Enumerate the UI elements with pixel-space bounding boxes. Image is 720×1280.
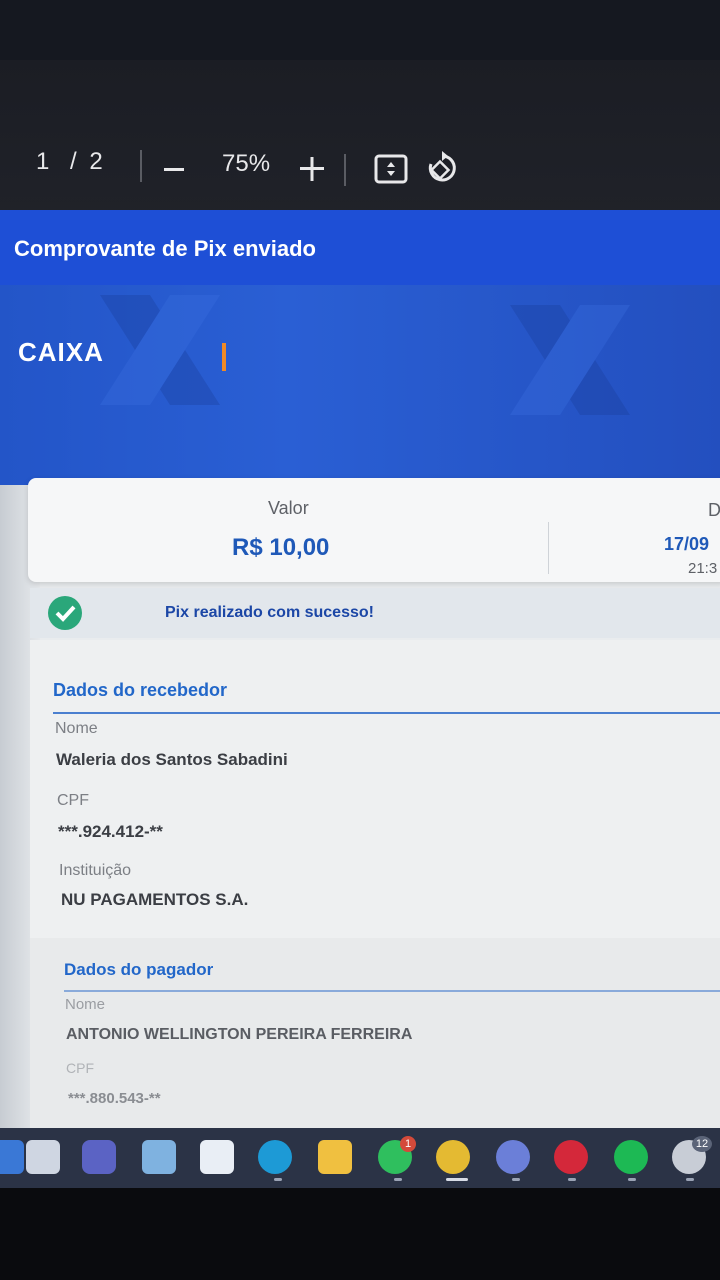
running-indicator — [512, 1178, 520, 1181]
page-indicator: 1 / 2 — [36, 148, 103, 176]
notification-badge: 12 — [692, 1136, 712, 1152]
receiver-section: Dados do recebedor Nome Waleria dos Sant… — [30, 640, 720, 950]
windows-taskbar: 1 12 — [0, 1128, 720, 1188]
payer-name-value: ANTONIO WELLINGTON PEREIRA FERREIRA — [66, 1026, 413, 1043]
payer-cpf-label: CPF — [66, 1060, 94, 1076]
caixa-logo: CAIXA — [18, 337, 104, 367]
document-title: Comprovante de Pix enviado — [14, 236, 316, 261]
spotify-icon[interactable] — [614, 1140, 648, 1174]
notepad-icon[interactable] — [142, 1140, 176, 1174]
edge-icon[interactable] — [258, 1140, 292, 1174]
running-indicator — [568, 1178, 576, 1181]
store-icon[interactable] — [200, 1140, 234, 1174]
receiver-institution-value: NU PAGAMENTOS S.A. — [61, 890, 249, 909]
teams-icon[interactable] — [82, 1140, 116, 1174]
search-icon[interactable] — [26, 1140, 60, 1174]
file-explorer-icon[interactable] — [318, 1140, 352, 1174]
pdf-toolbar: 1 / 2 75% — [0, 60, 720, 265]
active-indicator — [446, 1178, 468, 1181]
payer-cpf-value: ***.880.543-** — [68, 1090, 161, 1107]
monitor-bezel-bottom — [0, 1188, 720, 1280]
chrome-icon[interactable] — [436, 1140, 470, 1174]
value-label: Valor — [268, 498, 309, 518]
toolbar-divider — [344, 154, 346, 186]
section-divider — [53, 712, 720, 714]
fit-page-icon[interactable] — [374, 154, 408, 184]
zoom-level[interactable]: 75% — [222, 150, 270, 178]
caixa-x-icon — [100, 295, 220, 405]
pdf-document: Comprovante de Pix enviado CAIXA Valor R… — [0, 210, 720, 1128]
receiver-section-title: Dados do recebedor — [53, 680, 228, 700]
check-circle-icon — [48, 596, 82, 630]
card-divider — [548, 522, 549, 574]
success-message: Pix realizado com sucesso! — [165, 604, 374, 621]
section-divider — [64, 990, 720, 992]
page-separator: / — [70, 148, 77, 175]
discord-icon[interactable] — [496, 1140, 530, 1174]
caixa-x-icon — [510, 305, 630, 415]
windows-icon[interactable] — [0, 1140, 24, 1174]
document-header: Comprovante de Pix enviado — [0, 210, 720, 285]
time-value: 21:3 — [688, 560, 718, 577]
payer-name-label: Nome — [65, 996, 106, 1013]
text-caret — [222, 343, 226, 371]
monitor-bezel — [0, 0, 720, 60]
toolbar-divider — [140, 150, 142, 182]
date-label: D — [708, 500, 720, 520]
rotate-icon[interactable] — [424, 150, 460, 186]
caixa-banner: CAIXA — [0, 285, 720, 485]
value-amount: R$ 10,00 — [232, 534, 330, 561]
total-pages: 2 — [89, 148, 103, 175]
notification-badge: 1 — [400, 1136, 416, 1152]
receiver-institution-label: Instituição — [59, 862, 132, 879]
payer-section-title: Dados do pagador — [64, 960, 214, 979]
value-card: Valor R$ 10,00 D 17/09 21:3 — [28, 478, 720, 582]
date-value: 17/09 — [664, 534, 710, 554]
running-indicator — [686, 1178, 694, 1181]
current-page[interactable]: 1 — [36, 148, 49, 175]
running-indicator — [274, 1178, 282, 1181]
opera-icon[interactable] — [554, 1140, 588, 1174]
payer-section: Dados do pagador Nome ANTONIO WELLINGTON… — [30, 938, 720, 1128]
running-indicator — [394, 1178, 402, 1181]
zoom-in-icon[interactable] — [298, 155, 326, 183]
receiver-name-value: Waleria dos Santos Sabadini — [56, 750, 288, 769]
zoom-out-icon[interactable] — [162, 158, 186, 182]
receiver-cpf-value: ***.924.412-** — [58, 822, 163, 841]
success-banner: Pix realizado com sucesso! — [30, 588, 720, 638]
running-indicator — [628, 1178, 636, 1181]
receiver-name-label: Nome — [55, 720, 98, 737]
receiver-cpf-label: CPF — [57, 792, 89, 809]
